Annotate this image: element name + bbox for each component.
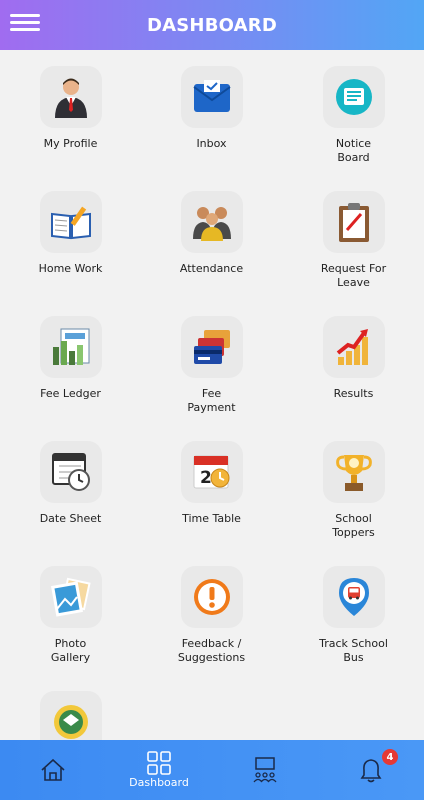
classroom-icon bbox=[253, 757, 277, 783]
school-emblem-icon bbox=[39, 691, 102, 740]
credit-cards-icon bbox=[180, 316, 243, 378]
tile-label: Photo Gallery bbox=[50, 637, 91, 664]
user-profile-icon bbox=[39, 66, 102, 128]
tile-fee-ledger[interactable]: Fee Ledger bbox=[0, 316, 141, 401]
svg-text:2: 2 bbox=[200, 468, 212, 488]
tile-label: Attendance bbox=[179, 262, 244, 275]
tile-inbox[interactable]: Inbox bbox=[141, 66, 282, 151]
tile-label: Results bbox=[333, 387, 374, 400]
page-title: DASHBOARD bbox=[147, 14, 277, 36]
tile-track-bus[interactable]: Track School Bus bbox=[283, 566, 424, 665]
warning-circle-icon bbox=[180, 566, 243, 628]
nav-home[interactable] bbox=[3, 740, 103, 800]
tile-label: Home Work bbox=[38, 262, 103, 275]
home-icon bbox=[41, 758, 65, 781]
tile-notice-board[interactable]: Notice Board bbox=[283, 66, 424, 165]
tile-home-work[interactable]: Home Work bbox=[0, 191, 141, 276]
notice-board-icon bbox=[322, 66, 385, 128]
bell-icon bbox=[360, 759, 382, 783]
book-pencil-icon bbox=[39, 191, 102, 253]
tile-label: Date Sheet bbox=[39, 512, 102, 525]
nav-classroom[interactable] bbox=[215, 740, 315, 800]
tile-label: Notice Board bbox=[335, 137, 372, 164]
ledger-chart-icon bbox=[39, 316, 102, 378]
nav-dashboard[interactable]: Dashboard bbox=[109, 740, 209, 800]
tile-label: Time Table bbox=[182, 512, 241, 525]
app-header: DASHBOARD bbox=[0, 0, 424, 50]
calendar-clock-icon bbox=[39, 441, 102, 503]
tile-label: Fee Payment bbox=[187, 387, 236, 414]
tile-photo-gallery[interactable]: Photo Gallery bbox=[0, 566, 141, 665]
tile-date-sheet[interactable]: Date Sheet bbox=[0, 441, 141, 526]
tile-my-profile[interactable]: My Profile bbox=[0, 66, 141, 151]
bus-location-icon bbox=[322, 566, 385, 628]
bottom-navigation: Dashboard 4 bbox=[0, 740, 424, 800]
tile-feedback[interactable]: Feedback / Suggestions bbox=[141, 566, 282, 665]
tile-results[interactable]: Results bbox=[283, 316, 424, 401]
tile-school-toppers[interactable]: School Toppers bbox=[283, 441, 424, 540]
tile-label: School Toppers bbox=[332, 512, 375, 539]
tile-fee-payment[interactable]: Fee Payment bbox=[141, 316, 282, 415]
notification-badge: 4 bbox=[382, 749, 398, 765]
nav-label: Dashboard bbox=[129, 776, 189, 789]
tile-school-emblem[interactable] bbox=[0, 691, 141, 740]
tile-attendance[interactable]: Attendance bbox=[141, 191, 282, 276]
tile-label: Feedback / Suggestions bbox=[177, 637, 246, 664]
tile-label: Track School Bus bbox=[319, 637, 388, 664]
clipboard-icon bbox=[322, 191, 385, 253]
trophy-icon bbox=[322, 441, 385, 503]
tile-label: My Profile bbox=[43, 137, 98, 150]
dashboard-grid: My Profile Inbox Notice Board Home Work … bbox=[0, 50, 424, 740]
tile-label: Fee Ledger bbox=[40, 387, 101, 400]
dashboard-grid-icon bbox=[147, 751, 171, 775]
tile-time-table[interactable]: 2 Time Table bbox=[141, 441, 282, 526]
hamburger-menu-icon[interactable] bbox=[10, 11, 40, 39]
nav-notifications[interactable]: 4 bbox=[321, 740, 421, 800]
rising-bar-chart-icon bbox=[322, 316, 385, 378]
calendar-day-icon: 2 bbox=[180, 441, 243, 503]
group-people-icon bbox=[180, 191, 243, 253]
photos-icon bbox=[39, 566, 102, 628]
tile-label: Request For Leave bbox=[320, 262, 387, 289]
tile-request-leave[interactable]: Request For Leave bbox=[283, 191, 424, 290]
mail-icon bbox=[180, 66, 243, 128]
tile-label: Inbox bbox=[196, 137, 227, 150]
